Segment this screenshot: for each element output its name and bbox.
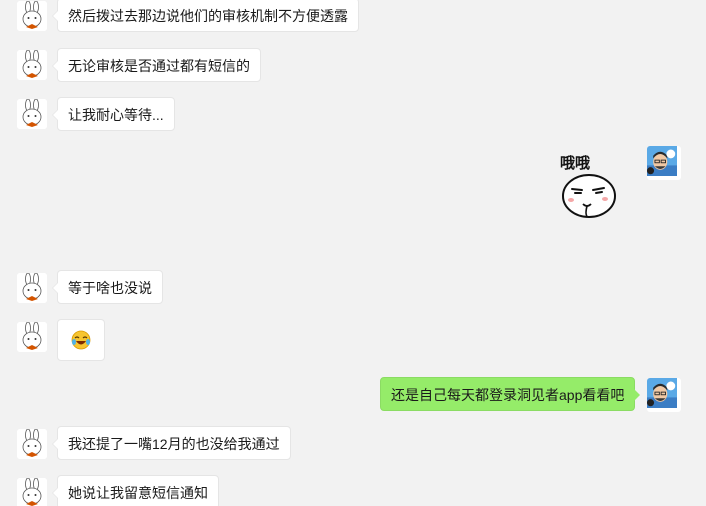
contact-avatar[interactable] [17, 429, 47, 459]
laughing-crying-emoji-icon [71, 330, 91, 350]
contact-avatar[interactable] [17, 99, 47, 129]
contact-avatar[interactable] [17, 478, 47, 506]
rabbit-avatar-icon [17, 1, 47, 31]
message-bubble[interactable]: 还是自己每天都登录洞见者app看看吧 [380, 377, 641, 411]
rabbit-avatar-icon [17, 478, 47, 506]
sticker-message[interactable]: 哦哦 [558, 152, 620, 224]
message-bubble[interactable]: 等于啥也没说 [52, 270, 163, 304]
chat-history: 然后拨过去那边说他们的审核机制不方便透露 无论审核是否通过都有短信的 让我耐心等… [0, 0, 706, 506]
rabbit-avatar-icon [17, 99, 47, 129]
message-bubble[interactable]: 让我耐心等待... [52, 97, 175, 131]
contact-avatar[interactable] [17, 273, 47, 303]
smirk-face-sticker-icon [562, 174, 616, 218]
rabbit-avatar-icon [17, 273, 47, 303]
contact-avatar[interactable] [17, 1, 47, 31]
message-bubble[interactable]: 无论审核是否通过都有短信的 [52, 48, 261, 82]
rabbit-avatar-icon [17, 322, 47, 352]
message-bubble[interactable]: 我还提了一嘴12月的也没给我通过 [52, 426, 291, 460]
rabbit-avatar-icon [17, 429, 47, 459]
my-avatar[interactable] [647, 146, 681, 180]
my-avatar[interactable] [647, 378, 681, 412]
contact-avatar[interactable] [17, 50, 47, 80]
user-avatar-icon [647, 378, 677, 408]
emoji-message[interactable] [57, 319, 105, 361]
user-avatar-icon [647, 146, 677, 176]
message-bubble[interactable]: 她说让我留意短信通知 [52, 475, 219, 506]
rabbit-avatar-icon [17, 50, 47, 80]
contact-avatar[interactable] [17, 322, 47, 352]
message-bubble[interactable]: 然后拨过去那边说他们的审核机制不方便透露 [52, 0, 359, 32]
